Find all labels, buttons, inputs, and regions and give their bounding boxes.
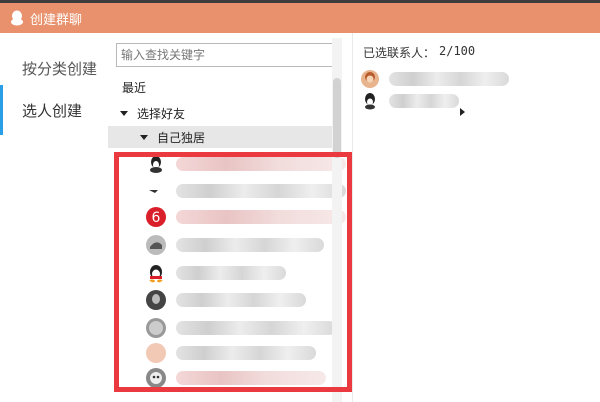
friend-name-blurred xyxy=(176,345,316,360)
friend-list-scrollbar[interactable] xyxy=(332,38,342,402)
friend-row[interactable] xyxy=(146,259,346,286)
tree-node-label: 自己独居 xyxy=(157,130,206,145)
search-input[interactable] xyxy=(116,43,342,67)
selected-contact-name-blurred xyxy=(389,94,459,108)
avatar xyxy=(146,234,166,255)
tree-node-label: 选择好友 xyxy=(137,106,186,121)
selected-contact[interactable] xyxy=(361,90,591,112)
nav-item-select-people[interactable]: 选人创建 xyxy=(0,85,108,135)
left-nav: 按分类创建 选人创建 xyxy=(0,33,108,402)
friend-name-blurred xyxy=(176,183,346,198)
selected-contact[interactable] xyxy=(361,68,591,90)
avatar-badge: 6 xyxy=(146,206,166,227)
avatar xyxy=(146,154,166,174)
avatar xyxy=(146,262,166,283)
friend-name-blurred xyxy=(176,156,346,171)
tree-node-group[interactable]: 自己独居 xyxy=(108,126,340,148)
friend-row[interactable] xyxy=(146,150,346,177)
contact-picker: 最近 选择好友 自己独居 6 xyxy=(108,33,465,402)
friend-name-blurred xyxy=(176,320,336,335)
chevron-down-icon xyxy=(120,110,128,116)
avatar xyxy=(361,92,379,110)
avatar xyxy=(146,367,166,388)
friend-row[interactable] xyxy=(146,177,346,204)
avatar xyxy=(146,342,166,363)
friend-row[interactable] xyxy=(146,231,346,258)
window-title: 创建群聊 xyxy=(30,12,83,28)
friend-name-blurred xyxy=(176,370,326,385)
friend-name-blurred xyxy=(176,292,306,307)
title-bar[interactable]: 创建群聊 xyxy=(0,3,600,33)
nav-item-label: 按分类创建 xyxy=(22,59,98,78)
scroll-thumb[interactable] xyxy=(333,78,341,158)
tree-node-friends[interactable]: 选择好友 xyxy=(108,101,338,125)
tree-node-label: 最近 xyxy=(122,80,147,95)
nav-item-label: 选人创建 xyxy=(22,101,83,120)
tree-node-recent[interactable]: 最近 xyxy=(108,75,465,116)
selected-contact-name-blurred xyxy=(389,72,509,86)
friend-row[interactable] xyxy=(146,339,346,366)
selected-contacts-label: 已选联系人： xyxy=(363,46,436,60)
friend-row[interactable] xyxy=(146,314,346,341)
friend-row[interactable] xyxy=(146,286,346,313)
friend-name-blurred xyxy=(176,265,286,280)
friend-name-blurred xyxy=(176,237,324,252)
qq-penguin-icon xyxy=(10,10,24,26)
avatar xyxy=(146,289,166,310)
friend-row[interactable]: 6 xyxy=(146,203,346,230)
friend-name-blurred xyxy=(176,209,346,224)
avatar xyxy=(146,180,166,201)
badge-number: 6 xyxy=(152,210,161,226)
avatar xyxy=(361,70,379,88)
friend-row[interactable] xyxy=(146,364,346,391)
selected-contacts-count: 2/100 xyxy=(439,44,476,58)
selected-contacts-panel: 已选联系人： 2/100 xyxy=(352,33,600,402)
chevron-down-icon xyxy=(140,134,148,140)
avatar xyxy=(146,317,166,338)
